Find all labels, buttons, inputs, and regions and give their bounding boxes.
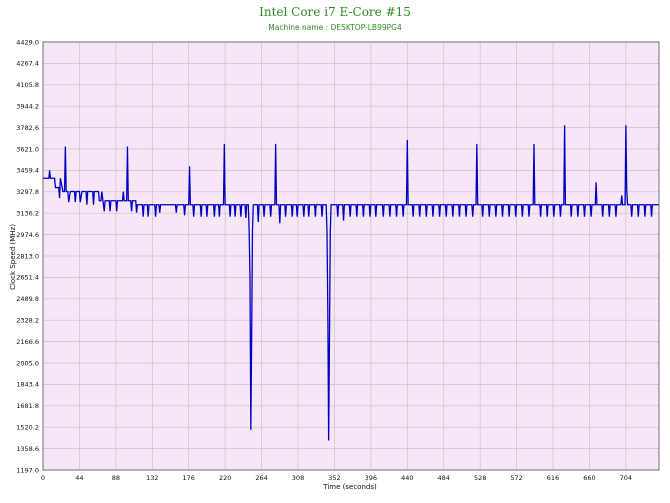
chart-subtitle: Machine name : DESKTOP-LB99PG4 [268,23,402,32]
y-axis-title: Clock Speed (MHz) [9,224,17,290]
y-tick-label: 1358.6 [16,445,39,453]
x-tick-label: 484 [438,474,450,482]
y-tick-label: 3459.4 [16,167,39,175]
y-tick-label: 2166.6 [16,338,39,346]
y-tick-label: 4429.0 [16,38,39,46]
y-tick-label: 2005.0 [16,359,39,367]
y-tick-label: 4267.4 [16,60,39,68]
y-tick-label: 1520.2 [16,424,39,432]
x-tick-label: 176 [183,474,195,482]
grid-lines [42,41,659,471]
y-tick-label: 4105.8 [16,81,39,89]
clock-speed-chart: Intel Core i7 E-Core #15 Machine name : … [9,5,660,491]
x-tick-label: 0 [41,474,45,482]
y-tick-label: 2813.0 [16,252,39,260]
x-tick-label: 616 [547,474,559,482]
x-tick-label: 704 [620,474,632,482]
y-tick-label: 2651.4 [16,274,39,282]
y-tick-label: 3944.2 [16,103,39,111]
x-axis-ticks: 0 44 88 132 176 220 264 308 352 396 440 484 528 572 61… [41,474,632,482]
x-tick-label: 44 [75,474,83,482]
x-tick-label: 396 [365,474,377,482]
x-tick-label: 528 [474,474,486,482]
y-axis-ticks: 1197.0 1358.6 1520.2 1681.8 1843.4 2005.0 2166… [16,38,39,474]
x-tick-label: 88 [112,474,120,482]
x-tick-label: 308 [292,474,304,482]
x-tick-label: 660 [583,474,595,482]
y-tick-label: 1843.4 [16,381,39,389]
y-tick-label: 2328.2 [16,317,39,325]
x-axis-title: Time (seconds) [322,483,377,491]
x-tick-label: 220 [219,474,231,482]
y-tick-label: 3136.2 [16,210,39,218]
x-tick-label: 440 [401,474,413,482]
x-tick-label: 572 [510,474,522,482]
y-tick-label: 3297.8 [16,188,39,196]
y-tick-label: 1197.0 [16,466,39,474]
y-tick-label: 1681.8 [16,402,39,410]
y-tick-label: 2974.6 [16,231,39,239]
y-tick-label: 3621.0 [16,145,39,153]
x-tick-label: 264 [255,474,267,482]
x-tick-label: 352 [328,474,340,482]
x-tick-label: 132 [146,474,158,482]
y-tick-label: 2489.8 [16,295,39,303]
y-tick-label: 3782.6 [16,124,39,132]
chart-title: Intel Core i7 E-Core #15 [259,5,411,19]
